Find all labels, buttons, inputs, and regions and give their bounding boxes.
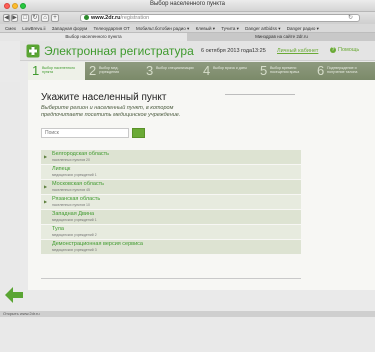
region-name[interactable]: Тула <box>52 226 64 232</box>
expand-arrow-icon: ▶ <box>44 199 48 204</box>
step-number: 5 <box>260 63 268 78</box>
region-name[interactable]: Московская область <box>52 181 104 187</box>
region-count: медицинских учреждений 1 <box>52 218 97 222</box>
step-progress-bar: 1 Выбор населенного пункта 2 Выбор мед. … <box>28 62 375 80</box>
region-name[interactable]: Рязанская область <box>52 196 100 202</box>
region-item-tula[interactable]: Тула медицинских учреждений 2 <box>41 225 301 239</box>
browser-window: Выбор населенного пункта ◀ ▶ □ ↻ ⌂ + www… <box>0 0 375 352</box>
medical-cross-logo-icon <box>26 44 40 58</box>
site-header: Электронная регистратура 6 октября 2013 … <box>20 41 375 61</box>
region-name[interactable]: Западная Двина <box>52 211 94 217</box>
region-name[interactable]: Липецк <box>52 166 70 172</box>
browser-toolbar: ◀ ▶ □ ↻ ⌂ + www.2dr.ru/registration ↻ <box>0 12 375 24</box>
region-count: медицинских учреждений 2 <box>52 233 97 237</box>
bookmark-item[interactable]: Danger радио ▾ <box>287 24 319 32</box>
expand-arrow-icon: ▶ <box>44 154 48 159</box>
url-path: /registration <box>120 15 150 21</box>
bookmarks-bar: Смех LowBrevu.ii Западная форум Телеоуда… <box>0 24 375 33</box>
back-arrow-icon[interactable]: ◀ <box>3 14 10 22</box>
tab-active[interactable]: Выбор населенного пункта <box>0 33 187 41</box>
help-icon: ? <box>330 47 336 53</box>
home-icon[interactable]: ⌂ <box>41 14 49 22</box>
region-count: населенных пунктов 45 <box>52 188 90 192</box>
current-date: 6 октября 2013 года <box>201 48 253 54</box>
page-content: Электронная регистратура 6 октября 2013 … <box>0 41 375 352</box>
step-6: 6 Подтверждение и получение талона <box>313 62 375 80</box>
region-list: ▶ Белгородская область населенных пункто… <box>41 150 301 255</box>
region-item-demo[interactable]: Демонстрационная версия сервиса медицинс… <box>41 240 301 254</box>
step-number: 3 <box>146 63 154 78</box>
tab-bar: Выбор населенного пункта Минздрав на сай… <box>0 33 375 41</box>
window-title: Выбор населенного пункта <box>149 1 225 7</box>
region-item-belgorod[interactable]: ▶ Белгородская область населенных пункто… <box>41 150 301 164</box>
step-label: Подтверждение и получение талона <box>327 66 358 75</box>
title-bar: Выбор населенного пункта <box>0 0 375 12</box>
region-item-lipetsk[interactable]: Липецк медицинских учреждений 1 <box>41 165 301 179</box>
step-label: Выбор времени посещения врача <box>270 66 300 75</box>
step-label: Выбор мед. учреждения <box>99 66 120 75</box>
refresh-icon[interactable]: ↻ <box>348 15 353 21</box>
title-divider <box>225 94 295 95</box>
personal-cabinet-link[interactable]: Личный кабинет <box>277 48 318 54</box>
back-arrow-button-icon[interactable] <box>5 287 23 303</box>
bookmark-item[interactable]: Тучита ▾ <box>221 24 239 32</box>
page-title: Укажите населенный пункт <box>41 92 167 103</box>
step-1: 1 Выбор населенного пункта <box>28 62 85 80</box>
bookmark-item[interactable]: Клевый ▾ <box>196 24 215 32</box>
status-bar: Открыть www.2dr.ru <box>0 311 375 317</box>
step-4: 4 Выбор врача и даты <box>199 62 256 80</box>
search-input[interactable] <box>41 128 129 138</box>
search-button[interactable] <box>132 128 145 138</box>
bookmark-item[interactable]: Danger artbidss ▾ <box>245 24 280 32</box>
forward-arrow-icon[interactable]: ▶ <box>11 14 18 22</box>
step-3: 3 Выбор специализации <box>142 62 199 80</box>
help-label: Помощь <box>338 47 360 53</box>
page-subtitle: Выберите регион и населенный пункт, в ко… <box>41 105 181 118</box>
region-count: медицинских учреждений 1 <box>52 173 97 177</box>
region-item-ryazan[interactable]: ▶ Рязанская область населенных пунктов 1… <box>41 195 301 209</box>
reload-icon[interactable]: ↻ <box>31 14 39 22</box>
region-count: населенных пунктов 10 <box>52 203 90 207</box>
step-5: 5 Выбор времени посещения врача <box>256 62 313 80</box>
region-name[interactable]: Демонстрационная версия сервиса <box>52 241 143 247</box>
region-count: населенных пунктов 20 <box>52 158 90 162</box>
step-number: 6 <box>317 63 325 78</box>
step-number: 1 <box>32 63 40 78</box>
current-time: 13:25 <box>252 48 266 54</box>
bookmark-add-icon[interactable]: + <box>51 14 59 22</box>
step-label: Выбор населенного пункта <box>42 66 75 75</box>
content-card: Укажите населенный пункт Выберите регион… <box>28 80 375 290</box>
region-count: медицинских учреждений 3 <box>52 248 97 252</box>
step-2: 2 Выбор мед. учреждения <box>85 62 142 80</box>
region-name[interactable]: Белгородская область <box>52 151 109 157</box>
step-label: Выбор специализации <box>156 66 194 70</box>
region-item-zapadnaya-dvina[interactable]: Западная Двина медицинских учреждений 1 <box>41 210 301 224</box>
help-link[interactable]: ? Помощь <box>330 47 359 53</box>
bookmark-item[interactable]: LowBrevu.ii <box>22 24 45 32</box>
address-bar[interactable]: www.2dr.ru/registration ↻ <box>80 14 360 22</box>
step-number: 2 <box>89 63 97 78</box>
site-title[interactable]: Электронная регистратура <box>44 44 194 58</box>
bookmark-item[interactable]: Телеоударгия ОТ <box>93 24 129 32</box>
url-host: www.2dr.ru <box>91 15 121 21</box>
step-number: 4 <box>203 63 211 78</box>
tab-other[interactable]: Минздрав на сайте 2dr.ru <box>188 33 375 41</box>
region-item-moscow[interactable]: ▶ Московская область населенных пунктов … <box>41 180 301 194</box>
share-icon[interactable]: □ <box>21 14 29 22</box>
step-label: Выбор врача и даты <box>213 66 247 70</box>
list-footer-divider <box>41 278 301 279</box>
bookmark-item[interactable]: Смех <box>5 24 16 32</box>
expand-arrow-icon: ▶ <box>44 184 48 189</box>
bookmark-item[interactable]: Западная форум <box>52 24 87 32</box>
bookmark-item[interactable]: Мобильт.ботобин радио ▾ <box>136 24 189 32</box>
site-favicon-icon <box>84 15 89 21</box>
